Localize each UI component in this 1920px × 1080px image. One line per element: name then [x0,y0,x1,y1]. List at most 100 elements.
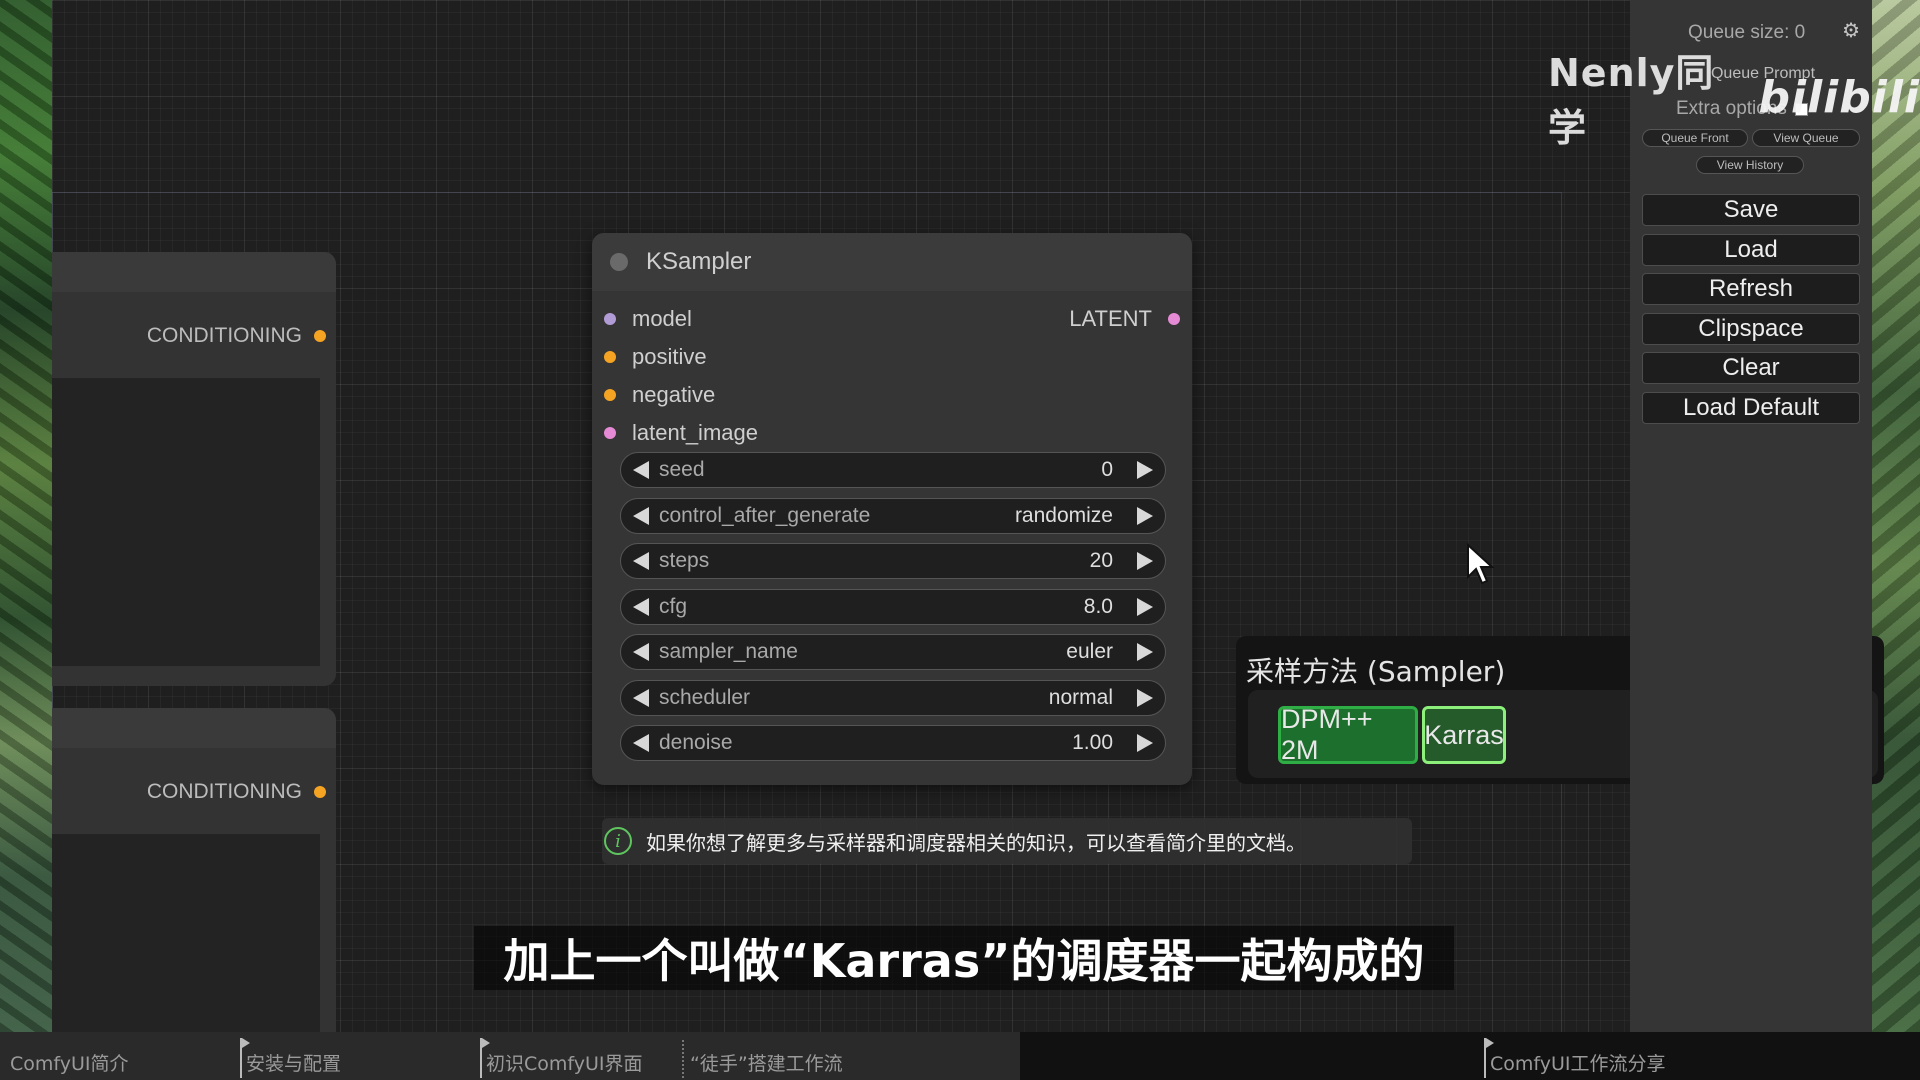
widget-name: scheduler [659,686,751,709]
chapter-item[interactable]: 初识ComfyUI界面 [476,1032,680,1080]
widget-name: sampler_name [659,640,798,663]
conditioning-output-dot[interactable] [314,786,326,798]
widget-name: control_after_generate [659,504,871,527]
output-label: CONDITIONING [146,780,302,803]
view-history-button[interactable]: View History [1696,156,1804,174]
text-widget[interactable] [52,378,320,666]
ksampler-node[interactable]: KSampler model LATENT positive negative … [592,233,1192,785]
increment-arrow-icon[interactable] [1137,461,1153,479]
widget-control-after-generate[interactable]: control_after_generate randomize [620,498,1166,534]
output-label: CONDITIONING [146,324,302,347]
sampler-overlay-title: 采样方法 (Sampler) [1246,655,1506,688]
chapter-bar: ComfyUI简介 安装与配置 初识ComfyUI界面 “徒手”搭建工作流 Co… [0,1032,1920,1080]
input-slot-negative[interactable]: negative [604,382,715,408]
chapter-flag-icon [240,1038,250,1078]
refresh-button[interactable]: Refresh [1642,273,1860,305]
widget-steps[interactable]: steps 20 [620,543,1166,579]
chapter-label: 安装与配置 [246,1053,342,1075]
input-label: positive [632,344,707,369]
output-slot-latent[interactable]: LATENT [1069,306,1180,332]
info-text: 如果你想了解更多与采样器和调度器相关的知识，可以查看简介里的文档。 [646,830,1306,855]
clear-button[interactable]: Clear [1642,352,1860,384]
queue-size-label: Queue size: 0 [1688,22,1806,43]
chapter-label: “徒手”搭建工作流 [690,1053,843,1075]
increment-arrow-icon[interactable] [1137,734,1153,752]
jungle-background-left [0,0,52,1032]
latent-output-dot[interactable] [1168,313,1180,325]
clip-text-encode-node-positive[interactable]: CONDITIONING [52,252,336,686]
node-header[interactable] [52,252,336,292]
increment-arrow-icon[interactable] [1137,507,1153,525]
chapter-label: ComfyUI工作流分享 [1490,1053,1666,1075]
output-label: LATENT [1069,306,1152,331]
decrement-arrow-icon[interactable] [633,643,649,661]
input-slot-model[interactable]: model [604,306,692,332]
widget-value: euler [1066,640,1113,663]
increment-arrow-icon[interactable] [1137,598,1153,616]
sampler-chip: DPM++ 2M [1278,704,1418,765]
jungle-background-right [1872,0,1920,1032]
conditioning-output[interactable]: CONDITIONING [147,780,326,804]
chapter-flag-icon [1484,1038,1494,1078]
widget-value: randomize [1014,504,1113,527]
widget-name: steps [659,549,710,572]
info-tip: i 如果你想了解更多与采样器和调度器相关的知识，可以查看简介里的文档。 [602,818,1412,864]
video-subtitle: 加上一个叫做“Karras”的调度器一起构成的 [474,926,1454,990]
widget-name: seed [659,458,705,481]
gear-icon[interactable]: ⚙ [1842,18,1860,43]
widget-scheduler[interactable]: scheduler normal [620,680,1166,716]
increment-arrow-icon[interactable] [1137,689,1153,707]
text-widget[interactable] [52,834,320,1032]
input-slot-positive[interactable]: positive [604,344,707,370]
widget-value: 0 [1101,458,1113,481]
negative-input-dot[interactable] [604,389,616,401]
load-button[interactable]: Load [1642,234,1860,266]
node-collapse-dot[interactable] [610,253,628,271]
conditioning-output[interactable]: CONDITIONING [147,324,326,348]
chapter-label: 初识ComfyUI界面 [486,1053,643,1075]
clip-text-encode-node-negative[interactable]: CONDITIONING [52,708,336,1032]
widget-name: denoise [659,731,733,754]
load-default-button[interactable]: Load Default [1642,392,1860,424]
chapter-separator [682,1040,684,1078]
decrement-arrow-icon[interactable] [633,552,649,570]
widget-denoise[interactable]: denoise 1.00 [620,725,1166,761]
comfy-menu-panel: Queue size: 0 ⚙ Queue Prompt Extra optio… [1630,0,1872,1032]
model-input-dot[interactable] [604,313,616,325]
chapter-item[interactable]: ComfyUI简介 [0,1032,236,1080]
chapter-item[interactable]: “徒手”搭建工作流 [680,1032,1020,1080]
widget-sampler-name[interactable]: sampler_name euler [620,634,1166,670]
node-header[interactable] [52,708,336,748]
increment-arrow-icon[interactable] [1137,643,1153,661]
widget-value: 1.00 [1072,731,1113,754]
positive-input-dot[interactable] [604,351,616,363]
increment-arrow-icon[interactable] [1137,552,1153,570]
decrement-arrow-icon[interactable] [633,734,649,752]
save-button[interactable]: Save [1642,194,1860,226]
input-label: negative [632,382,716,407]
info-icon: i [604,827,632,855]
widget-cfg[interactable]: cfg 8.0 [620,589,1166,625]
scheduler-chip: Karras [1422,706,1506,764]
watermark-author: Nenly同学 [1548,51,1715,150]
decrement-arrow-icon[interactable] [633,461,649,479]
decrement-arrow-icon[interactable] [633,689,649,707]
widget-value: 20 [1089,549,1113,572]
input-slot-latent-image[interactable]: latent_image [604,420,758,446]
chapter-item[interactable]: 安装与配置 [236,1032,476,1080]
ksampler-title-bar[interactable]: KSampler [592,233,1192,291]
chapter-item[interactable]: ComfyUI工作流分享 [1480,1032,1920,1080]
clipspace-button[interactable]: Clipspace [1642,313,1860,345]
decrement-arrow-icon[interactable] [633,598,649,616]
input-label: latent_image [632,420,758,445]
bilibili-logo-icon: bilibili [1758,71,1920,123]
widget-value: 8.0 [1083,595,1113,618]
widget-value: normal [1048,686,1113,709]
conditioning-output-dot[interactable] [314,330,326,342]
widget-seed[interactable]: seed 0 [620,452,1166,488]
decrement-arrow-icon[interactable] [633,507,649,525]
widget-name: cfg [659,595,688,618]
chapter-flag-icon [480,1038,490,1078]
latent-image-input-dot[interactable] [604,427,616,439]
chapter-progress-gap [1020,1032,1480,1080]
